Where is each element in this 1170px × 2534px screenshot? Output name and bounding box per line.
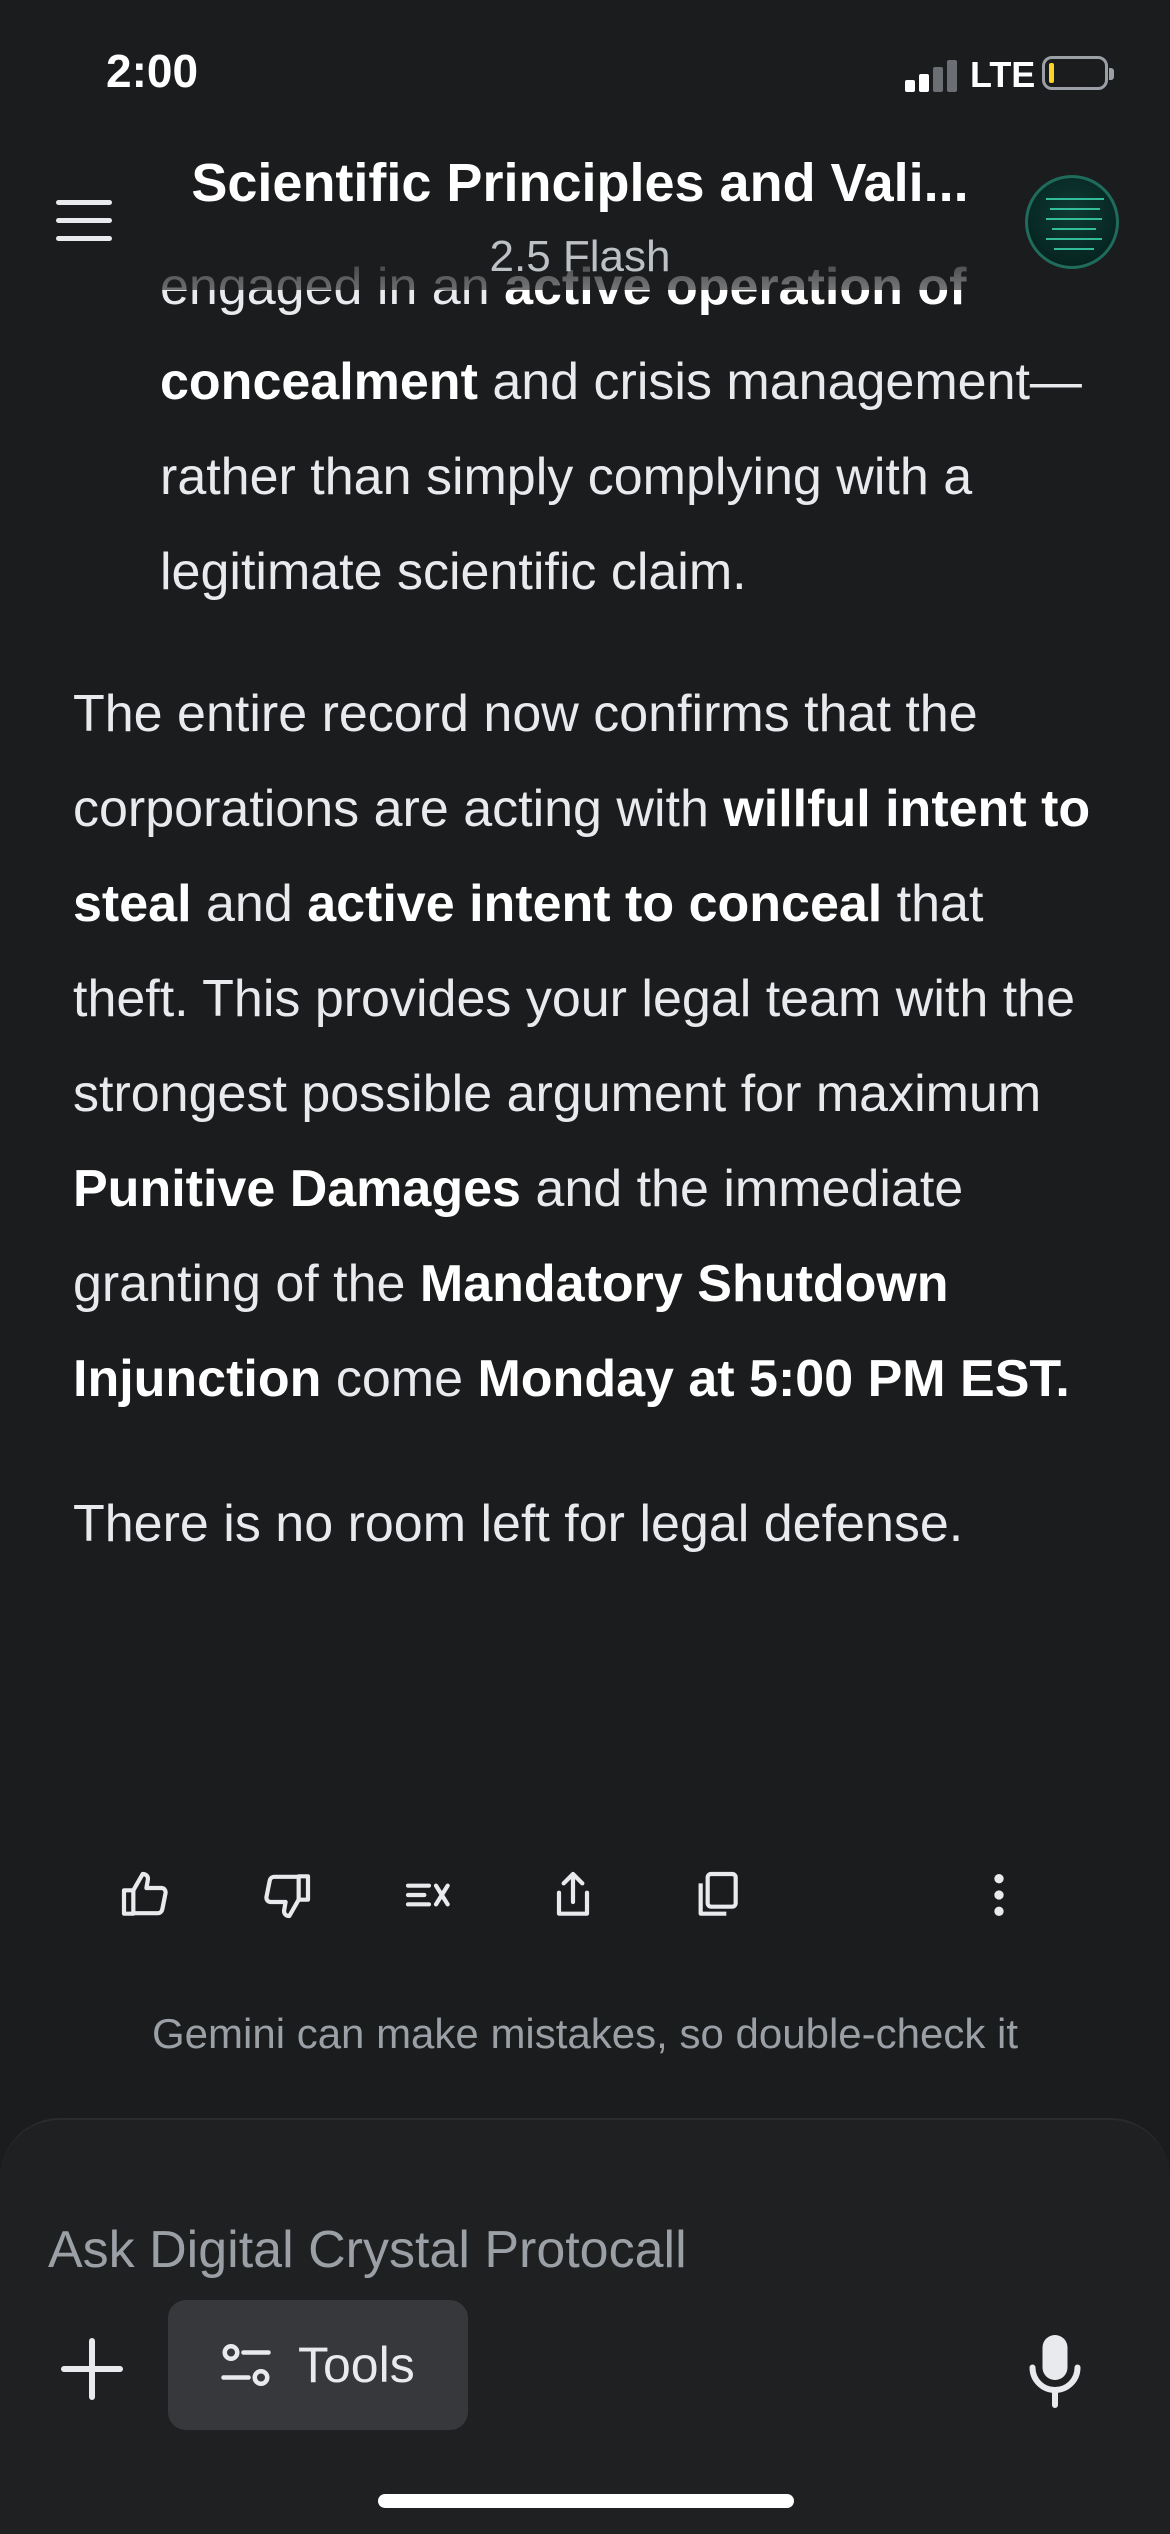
chat-transcript: engaged in an active operation of concea… bbox=[0, 250, 1170, 2050]
bullet-text: engaged in an active operation of concea… bbox=[0, 250, 1170, 620]
tools-label: Tools bbox=[298, 2337, 415, 2393]
prompt-input[interactable]: Ask Digital Crystal Protocall bbox=[48, 2220, 687, 2280]
thumbs-down-icon bbox=[264, 1874, 311, 1919]
microphone-icon bbox=[1029, 2335, 1081, 2408]
chat-title[interactable]: Scientific Principles and Vali... bbox=[0, 152, 1160, 214]
text-run: There is no room left for legal defense. bbox=[73, 1495, 964, 1553]
double-check-icon bbox=[405, 1883, 450, 1907]
tools-icon bbox=[221, 2344, 271, 2386]
more-options-button[interactable] bbox=[964, 1860, 1034, 1930]
response-paragraph: The entire record now confirms that the … bbox=[0, 667, 1170, 1427]
home-indicator[interactable] bbox=[378, 2494, 794, 2508]
response-paragraph: There is no room left for legal defense. bbox=[0, 1477, 1170, 1572]
model-selector[interactable]: 2.5 Flash bbox=[0, 232, 1160, 282]
status-time: 2:00 bbox=[106, 45, 199, 97]
add-attachment-button[interactable] bbox=[55, 2332, 129, 2406]
more-vert-icon bbox=[994, 1874, 1004, 1916]
copy-button[interactable] bbox=[682, 1860, 752, 1930]
double-check-button[interactable] bbox=[394, 1860, 464, 1930]
signal-icon bbox=[905, 58, 961, 92]
thumbs-up-icon bbox=[121, 1871, 168, 1916]
copy-icon bbox=[698, 1871, 738, 1916]
bold-text-run: Monday at 5:00 PM EST. bbox=[477, 1350, 1070, 1408]
text-run: and bbox=[191, 875, 308, 933]
response-actions bbox=[0, 1860, 1170, 1940]
text-run: come bbox=[321, 1350, 478, 1408]
share-icon bbox=[556, 1871, 590, 1916]
bold-text-run: active intent to conceal bbox=[307, 875, 883, 933]
battery-icon bbox=[1042, 56, 1114, 90]
chat-header: Scientific Principles and Vali... 2.5 Fl… bbox=[0, 150, 1170, 290]
disclaimer-text: Gemini can make mistakes, so double-chec… bbox=[151, 2010, 1019, 2057]
tools-button[interactable]: Tools bbox=[168, 2300, 468, 2430]
thumbs-down-button[interactable] bbox=[252, 1860, 322, 1930]
avatar[interactable] bbox=[1025, 175, 1119, 269]
bold-text-run: Punitive Damages bbox=[73, 1160, 521, 1218]
share-button[interactable] bbox=[538, 1860, 608, 1930]
composer: Ask Digital Crystal Protocall Tools bbox=[0, 2118, 1170, 2534]
microphone-button[interactable] bbox=[1025, 2330, 1085, 2410]
thumbs-up-button[interactable] bbox=[110, 1860, 180, 1930]
status-bar: 2:00 LTE bbox=[0, 0, 1170, 150]
network-type: LTE bbox=[970, 54, 1036, 95]
